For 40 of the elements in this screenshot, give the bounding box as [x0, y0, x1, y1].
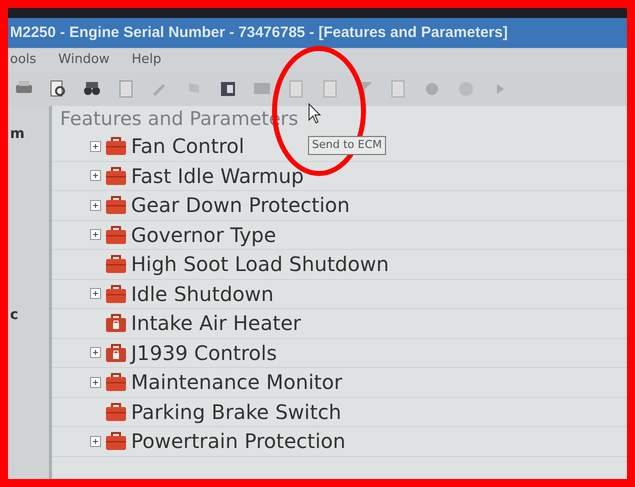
toolbox-icon: [105, 195, 127, 216]
tree-item[interactable]: Governor Type: [131, 224, 276, 245]
expand-icon[interactable]: [90, 288, 101, 300]
padlock-toolbox-icon: [105, 313, 127, 334]
padlock-toolbox-icon: [105, 342, 127, 363]
toolbox-icon: [105, 372, 127, 392]
tree-item[interactable]: Maintenance Monitor: [131, 372, 342, 392]
expand-icon[interactable]: [90, 436, 101, 447]
tree-item[interactable]: Powertrain Protection: [131, 431, 346, 452]
toolbox-icon: [105, 166, 127, 186]
expand-icon[interactable]: [90, 347, 101, 358]
toolbox-icon: [105, 224, 127, 245]
expand-icon[interactable]: [90, 200, 101, 211]
menu-item[interactable]: ools: [10, 50, 36, 70]
print-preview-icon[interactable]: [48, 79, 68, 99]
menu-item[interactable]: Window: [58, 50, 110, 70]
window-title: M2250 - Engine Serial Number - 73476785 - [Features and Parameters]: [8, 18, 627, 48]
sidebar-item[interactable]: m: [10, 124, 49, 145]
tree-item[interactable]: Fast Idle Warmup: [131, 166, 304, 186]
toolbox-icon: [105, 136, 127, 156]
toolbox-icon: [105, 402, 127, 422]
tree-item[interactable]: Intake Air Heater: [131, 313, 301, 334]
send-to-ecm-icon[interactable]: [218, 79, 238, 99]
expand-icon[interactable]: [90, 170, 101, 182]
tree-item[interactable]: J1939 Controls: [131, 342, 277, 363]
tree-item[interactable]: Fan Control: [131, 136, 244, 156]
tree-item[interactable]: Idle Shutdown: [131, 284, 274, 304]
tree-item[interactable]: Gear Down Protection: [131, 195, 350, 216]
expand-icon[interactable]: [90, 229, 101, 240]
menu-item[interactable]: Help: [132, 50, 162, 70]
toolbox-icon: [105, 254, 127, 274]
toolbox-icon: [105, 431, 127, 452]
expand-icon[interactable]: [90, 140, 101, 152]
tooltip: Send to ECM: [308, 136, 386, 154]
toolbox-icon: [105, 284, 127, 304]
expand-icon[interactable]: [90, 376, 101, 388]
tree-item[interactable]: Parking Brake Switch: [131, 402, 342, 422]
sidebar-item[interactable]: c: [10, 305, 49, 326]
tree-item[interactable]: High Soot Load Shutdown: [131, 254, 389, 274]
mouse-cursor-icon: [308, 103, 322, 125]
